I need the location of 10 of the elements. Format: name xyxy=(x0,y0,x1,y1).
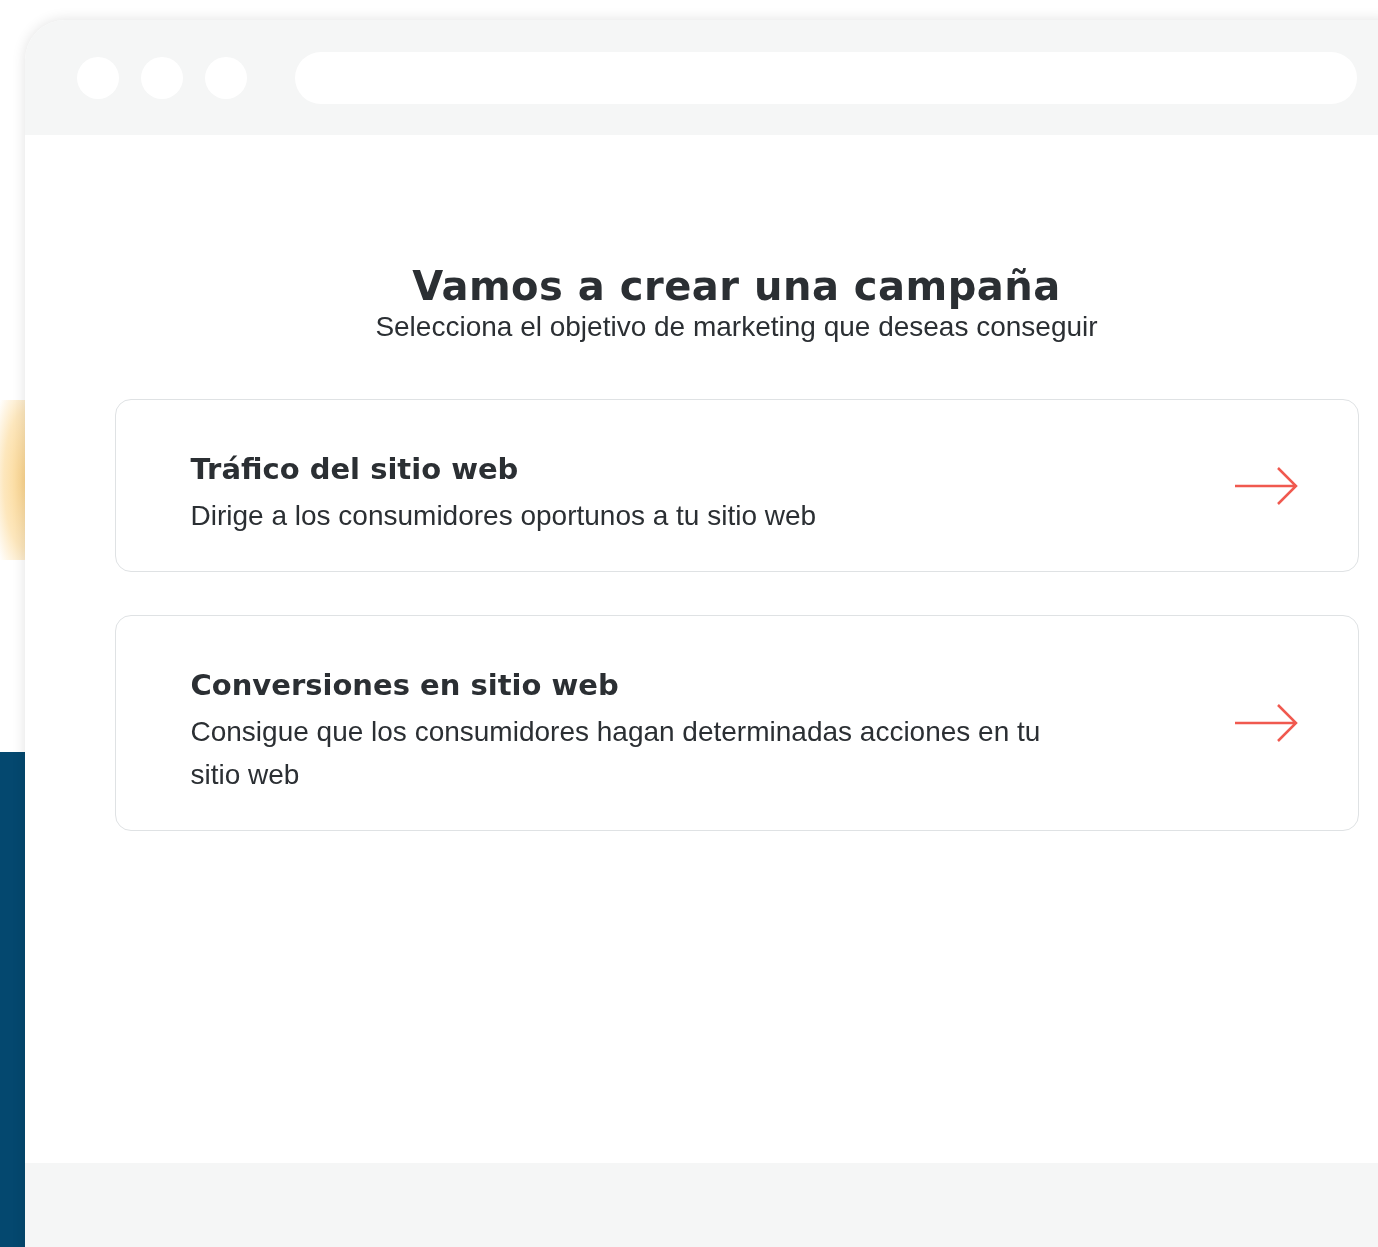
arrow-right-icon xyxy=(1233,704,1298,742)
objective-card[interactable]: Conversiones en sitio web Consigue que los consumidores hagan determinadas acciones en tu sitio web xyxy=(114,615,1359,831)
page-title: Vamos a crear una campaña xyxy=(412,263,1061,309)
objective-card[interactable]: Tráfico del sitio web Dirige a los consumidores oportunos a tu sitio web xyxy=(114,399,1359,572)
page-subtitle: Selecciona el objetivo de marketing que deseas conseguir xyxy=(375,310,1098,344)
arrow-right-icon xyxy=(1233,466,1298,505)
objective-title: Conversiones en sitio web xyxy=(190,668,619,702)
objective-description: Dirige a los consumidores oportunos a tu sitio web xyxy=(190,499,817,533)
objective-description: Consigue que los consumidores hagan determinadas acciones en tu sitio web xyxy=(190,715,1042,792)
objective-title: Tráfico del sitio web xyxy=(190,452,519,486)
